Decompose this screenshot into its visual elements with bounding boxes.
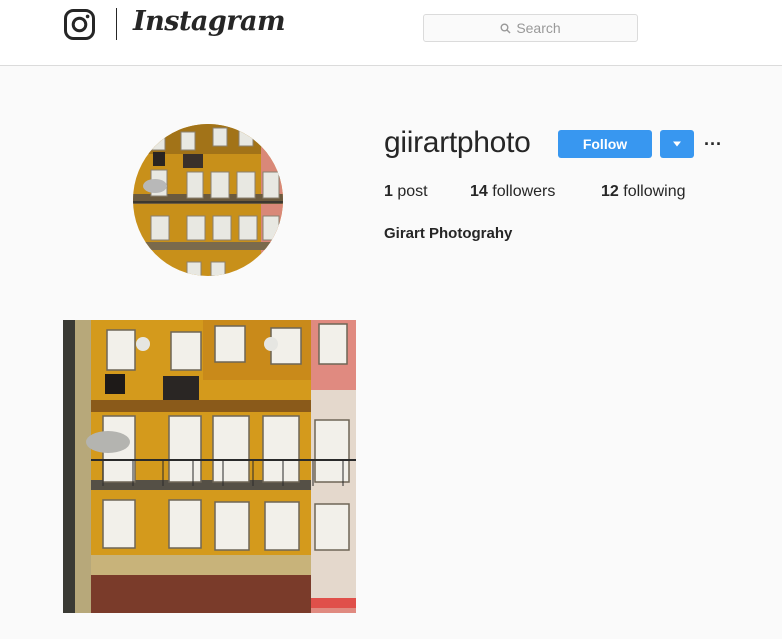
search-input[interactable]: Search (423, 14, 638, 42)
top-navbar: Instagram Search (0, 0, 782, 66)
logo-divider (116, 8, 117, 40)
posts-count-label: post (397, 183, 428, 200)
caret-down-icon (673, 141, 681, 147)
posts-count: 1 post (384, 183, 428, 201)
ellipsis-icon: ··· (704, 133, 722, 154)
profile-avatar[interactable] (133, 124, 283, 276)
instagram-wordmark[interactable]: Instagram (133, 6, 286, 37)
follow-button[interactable]: Follow (558, 130, 652, 158)
followers-count-label: followers (492, 183, 556, 200)
more-options-button[interactable]: ··· (703, 131, 723, 157)
profile-username: giirartphoto (384, 126, 531, 159)
instagram-camera-icon[interactable] (64, 9, 95, 40)
avatar-image (133, 124, 283, 276)
following-count-value: 12 (601, 183, 619, 200)
followers-count-value: 14 (470, 183, 488, 200)
search-placeholder: Search (516, 20, 561, 36)
posts-count-value: 1 (384, 183, 393, 200)
suggestions-dropdown-button[interactable] (660, 130, 694, 158)
following-count[interactable]: 12 following (601, 183, 686, 201)
profile-full-name: Girart Photograhy (384, 225, 513, 242)
followers-count[interactable]: 14 followers (470, 183, 555, 201)
following-count-label: following (623, 183, 686, 200)
search-icon (500, 23, 511, 34)
post-image (63, 320, 356, 613)
post-thumbnail[interactable] (63, 320, 356, 613)
